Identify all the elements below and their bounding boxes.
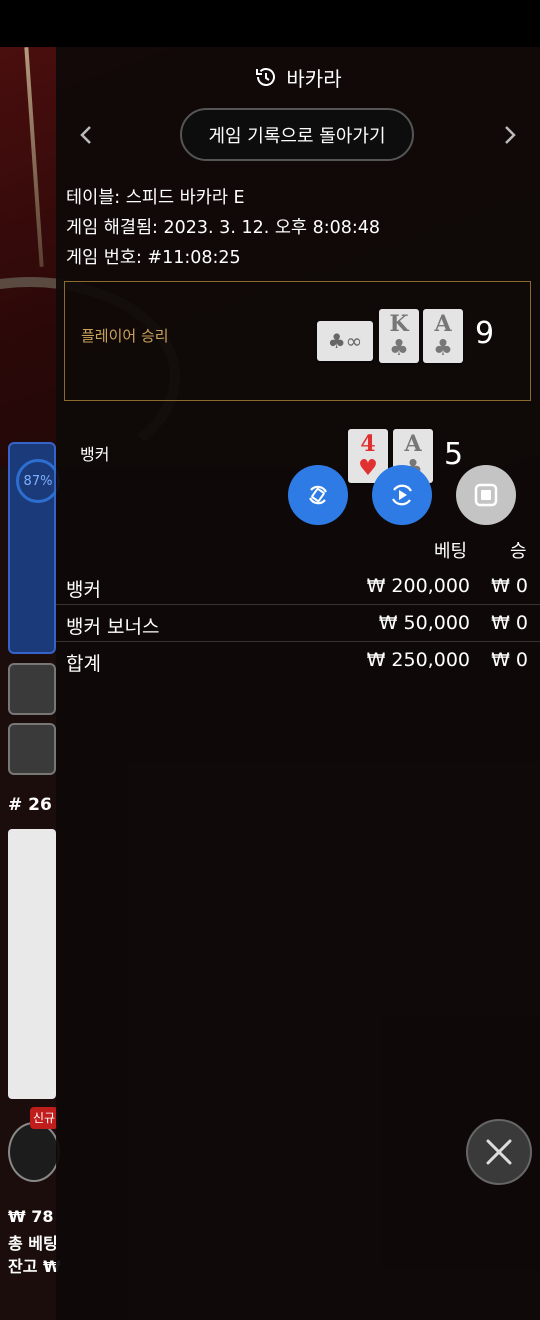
panel-header: 바카라 xyxy=(56,47,540,107)
player-score: 9 xyxy=(475,316,495,351)
win-amount: ₩ 0 xyxy=(491,612,528,634)
play-icon xyxy=(392,484,412,506)
total-win-amount: ₩ 0 xyxy=(491,649,528,671)
play-button[interactable] xyxy=(372,465,432,525)
stop-button[interactable] xyxy=(456,465,516,525)
bet-row: 뱅커 보너스 ₩ 50,000 ₩ 0 xyxy=(56,606,540,642)
next-game-arrow[interactable] xyxy=(490,119,530,151)
table-name: 테이블: 스피드 바카라 E xyxy=(66,188,245,208)
total-label: 합계 xyxy=(66,653,101,675)
player-card-3: A ♣ xyxy=(423,309,463,363)
road-scoreboard xyxy=(8,829,56,1099)
bet-percentage: 87% xyxy=(16,459,60,503)
clubs-icon: ♣ xyxy=(433,336,453,361)
banker-label: 뱅커 xyxy=(80,445,110,464)
player-result-box: 플레이어 승리 ♣∞ K ♣ A ♣ 9 xyxy=(64,281,531,401)
chevron-left-icon xyxy=(80,126,91,144)
new-badge: 신규 xyxy=(30,1107,58,1129)
back-to-history-button[interactable]: 게임 기록으로 돌아가기 xyxy=(180,108,414,161)
side-bet-button-1[interactable] xyxy=(8,663,56,715)
card-rank: 4 xyxy=(360,431,376,457)
bet-name: 뱅커 xyxy=(66,579,101,601)
banker-score: 5 xyxy=(444,437,464,472)
total-bet-text: 총 베팅 xyxy=(8,1234,58,1253)
chevron-right-icon xyxy=(505,126,516,144)
rotate-icon xyxy=(309,485,327,505)
total-bet-amount: ₩ 250,000 xyxy=(366,649,470,671)
game-history-panel: 바카라 게임 기록으로 돌아가기 테이블: 스피드 바카라 E 게임 해결됨: … xyxy=(56,47,540,1320)
round-number: # 26 xyxy=(8,795,52,815)
chip-selector[interactable] xyxy=(8,1122,60,1182)
bet-amount: ₩ 200,000 xyxy=(366,575,470,597)
side-bet-button-2[interactable] xyxy=(8,723,56,775)
card-rank: A xyxy=(434,311,452,337)
column-bet: 베팅 xyxy=(434,541,468,562)
bet-name: 뱅커 보너스 xyxy=(66,616,160,638)
column-win: 승 xyxy=(510,541,527,562)
total-row: 합계 ₩ 250,000 ₩ 0 xyxy=(56,643,540,679)
stop-icon xyxy=(474,483,498,507)
status-bar xyxy=(0,0,540,47)
resolved-time: 게임 해결됨: 2023. 3. 12. 오후 8:08:48 xyxy=(66,218,381,238)
card-rank: ♣∞ xyxy=(327,329,363,353)
card-rank: K xyxy=(389,311,409,337)
panel-title: 바카라 xyxy=(286,66,342,91)
clubs-icon: ♣ xyxy=(389,336,409,361)
card-rank: A xyxy=(404,431,422,457)
game-number: 게임 번호: #11:08:25 xyxy=(66,248,241,268)
bet-amount: ₩ 50,000 xyxy=(378,612,470,634)
win-amount: ₩ 0 xyxy=(491,575,528,597)
balance-text: ₩ 78 xyxy=(8,1207,54,1226)
history-icon xyxy=(256,68,276,86)
player-result-label: 플레이어 승리 xyxy=(81,327,169,345)
player-card-1: ♣∞ xyxy=(317,321,373,361)
remaining-text: 잔고 ₩ xyxy=(8,1257,61,1276)
close-button[interactable] xyxy=(466,1119,532,1185)
player-card-2: K ♣ xyxy=(379,309,419,363)
close-icon xyxy=(486,1139,512,1165)
replay-button[interactable] xyxy=(288,465,348,525)
previous-game-arrow[interactable] xyxy=(66,119,106,151)
bet-row: 뱅커 ₩ 200,000 ₩ 0 xyxy=(56,569,540,605)
